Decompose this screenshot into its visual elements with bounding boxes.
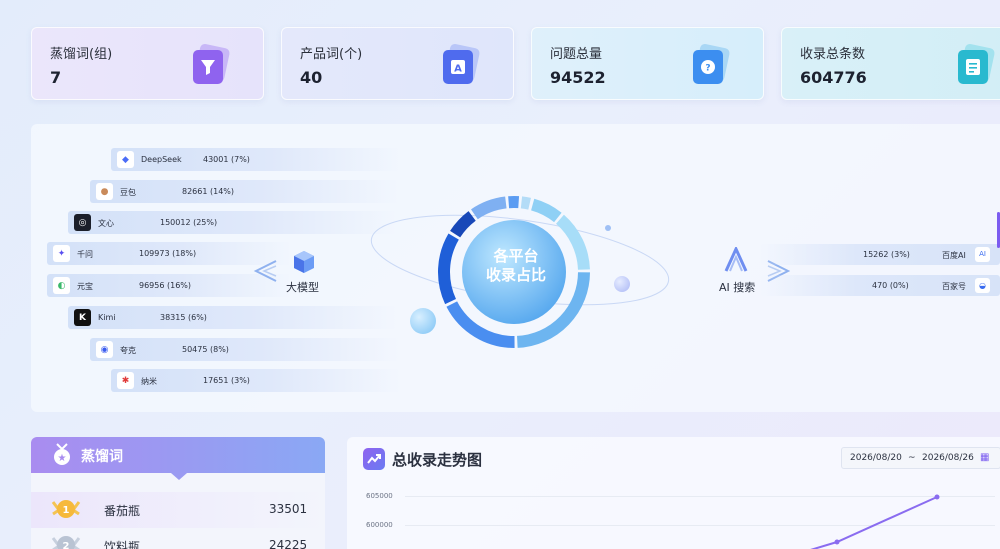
stat-value: 7: [50, 68, 62, 87]
platform-value: 15262 (3%): [863, 250, 910, 259]
stat-title: 收录总条数: [800, 47, 866, 62]
platform-row-baijiahao[interactable]: 470 (0%) 百家号 ◒: [760, 275, 1000, 296]
platform-name: 百度AI: [942, 251, 966, 260]
donut-segment: [438, 233, 459, 305]
platform-name: 豆包: [120, 188, 136, 197]
platform-value: 150012 (25%): [160, 218, 218, 227]
gold-medal-icon: 1: [51, 500, 81, 518]
header-pointer: [171, 473, 187, 480]
question-bubble-icon: ?: [693, 43, 730, 84]
svg-text:?: ?: [705, 64, 710, 74]
floating-bubble-decor-small: [614, 276, 630, 292]
deepseek-whale-icon: ◆: [117, 151, 134, 168]
donut-segment: [450, 211, 476, 238]
platform-value: 109973 (18%): [139, 249, 197, 258]
platform-value: 43001 (7%): [203, 155, 250, 164]
platform-row-nami[interactable]: ✱ 纳米 17651 (3%): [111, 369, 401, 392]
kimi-icon: K: [74, 309, 91, 326]
nami-icon: ✱: [117, 372, 134, 389]
distill-word: 饮料瓶: [104, 540, 141, 549]
funnel-icon: [193, 43, 230, 84]
stat-title: 问题总量: [550, 47, 603, 62]
trend-line: [810, 494, 940, 549]
large-model-label: 大模型: [286, 281, 319, 294]
donut-segment: [471, 196, 507, 220]
svg-text:2: 2: [63, 541, 70, 549]
wenxin-icon: ◎: [74, 214, 91, 231]
quark-icon: ◉: [96, 341, 113, 358]
donut-center-line2: 收录占比: [485, 266, 546, 284]
svg-text:★: ★: [58, 453, 67, 464]
donut-center-line1: 各平台: [493, 247, 539, 265]
chevron-left-icon: [253, 260, 277, 282]
platform-value: 38315 (6%): [160, 313, 207, 322]
trend-chart-panel: 总收录走势图 2026/08/20 ~ 2026/08/26 ▦ 605000 …: [347, 437, 1000, 549]
distill-count: 33501: [269, 502, 308, 516]
distill-words-panel: ★ 蒸馏词 1 番茄瓶 33501 2 饮料瓶 24225: [31, 437, 325, 549]
distill-count: 24225: [269, 538, 308, 549]
distill-header: ★ 蒸馏词: [31, 437, 325, 480]
platform-name: Kimi: [98, 313, 116, 322]
ai-search-label: AI 搜索: [719, 281, 756, 294]
stat-card-indexed-total[interactable]: 收录总条数 604776: [781, 27, 1000, 100]
platform-name: 元宝: [77, 282, 93, 291]
platform-value: 470 (0%): [872, 281, 909, 290]
platform-name: 纳米: [141, 377, 157, 386]
ai-search-icon: [724, 247, 748, 272]
medal-star-icon: ★: [54, 443, 70, 465]
donut-segment: [520, 196, 531, 210]
stat-title: 产品词(个): [300, 47, 363, 62]
platform-row-quark[interactable]: ◉ 夸克 50475 (8%): [90, 338, 400, 361]
stat-value: 604776: [800, 68, 867, 87]
donut-segment: [530, 198, 562, 223]
dashboard: 蒸馏词(组) 7 产品词(个) 40 A 问题总量 94522 ? 收录总条数 …: [0, 0, 1000, 549]
platform-value: 96956 (16%): [139, 281, 192, 290]
distill-rank-row[interactable]: 2 饮料瓶 24225: [31, 528, 325, 549]
platform-row-baidu-ai[interactable]: 15262 (3%) 百度AI AI: [760, 244, 1000, 265]
platform-row-doubao[interactable]: ● 豆包 82661 (14%): [90, 180, 400, 203]
distill-word: 番茄瓶: [104, 504, 141, 518]
stat-value: 40: [300, 68, 323, 87]
platform-row-deepseek[interactable]: ◆ DeepSeek 43001 (7%): [111, 148, 401, 171]
large-model-cube-icon: [294, 251, 314, 273]
doubao-avatar-icon: ●: [96, 183, 113, 200]
stat-title: 蒸馏词(组): [50, 47, 113, 62]
platform-name: 千问: [77, 250, 93, 259]
distill-title: 蒸馏词: [81, 449, 123, 465]
platform-name: 夸克: [120, 346, 136, 355]
platform-value: 50475 (8%): [182, 345, 229, 354]
stat-card-product-words[interactable]: 产品词(个) 40 A: [281, 27, 514, 100]
stat-card-distill-groups[interactable]: 蒸馏词(组) 7: [31, 27, 264, 100]
letter-a-icon: A: [443, 43, 480, 84]
yuanbao-icon: ◐: [53, 277, 70, 294]
platform-name: 百家号: [942, 282, 966, 291]
platform-value: 17651 (3%): [203, 376, 250, 385]
platform-value: 82661 (14%): [182, 187, 235, 196]
silver-medal-icon: 2: [51, 536, 81, 549]
qianwen-icon: ✦: [53, 245, 70, 262]
platform-name: DeepSeek: [141, 155, 182, 164]
platform-row-wenxin[interactable]: ◎ 文心 150012 (25%): [68, 211, 398, 234]
donut-center-label: 各平台 收录占比: [471, 247, 561, 285]
document-icon: [958, 43, 995, 84]
distill-rank-row[interactable]: 1 番茄瓶 33501: [31, 492, 325, 528]
svg-text:1: 1: [63, 505, 70, 516]
platform-name: 文心: [98, 219, 114, 228]
svg-text:A: A: [454, 64, 462, 75]
baijiahao-icon: ◒: [975, 278, 990, 293]
stat-card-question-total[interactable]: 问题总量 94522 ?: [531, 27, 764, 100]
stat-value: 94522: [550, 68, 606, 87]
platform-row-kimi[interactable]: K Kimi 38315 (6%): [68, 306, 398, 329]
baidu-ai-icon: AI: [975, 247, 990, 262]
